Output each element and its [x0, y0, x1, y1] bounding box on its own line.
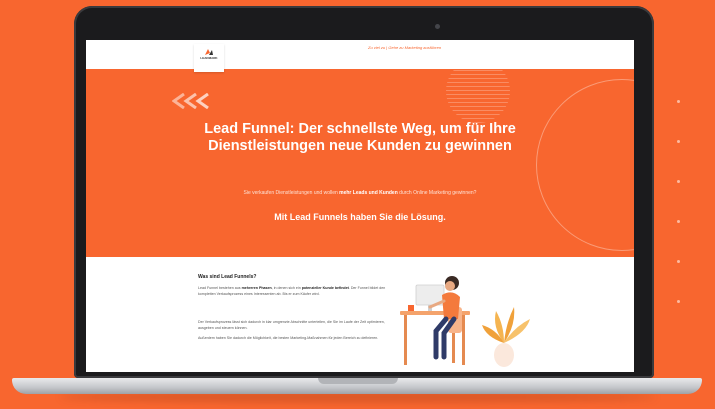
- logo-mark-icon: [205, 49, 213, 55]
- p1-bold-b: mehreren Phasen: [241, 286, 272, 290]
- chevrons-icon: [172, 93, 209, 109]
- hero-title: Lead Funnel: Der schnellste Weg, um für …: [204, 121, 516, 154]
- laptop-notch: [318, 378, 398, 384]
- top-link[interactable]: Zu viel zu | Gehe zu Marketing ausführen: [368, 45, 441, 50]
- decorative-striped-circle: [446, 69, 510, 123]
- content-section: Was sind Lead Funnels? Lead Funnel beste…: [86, 257, 634, 372]
- hero-section: Lead Funnel: Der schnellste Weg, um für …: [86, 69, 634, 257]
- paragraph-2: Der Verkaufsprozess lässt sich dadurch i…: [198, 320, 385, 330]
- laptop-screen: Zu viel zu | Gehe zu Marketing ausführen…: [86, 40, 634, 372]
- hero-subtitle-text-end: durch Online Marketing gewinnen?: [397, 190, 477, 196]
- hero-subtitle: Sie verkaufen Dienstleistungen und wolle…: [190, 189, 530, 197]
- paragraph-3: Außerdem haben Sie dadurch die Möglichke…: [198, 336, 379, 340]
- p1-bold-d: potenzieller Kunde befindet: [301, 286, 349, 290]
- plant-illustration: [482, 307, 530, 367]
- woman-at-desk-illustration: [400, 276, 530, 367]
- decorative-ring: [536, 79, 634, 251]
- logo-text: LEADMARK: [200, 56, 218, 60]
- webcam-icon: [435, 24, 440, 29]
- site-header: Zu viel zu | Gehe zu Marketing ausführen: [86, 40, 634, 70]
- p1-text-c: , in denen sich ein: [271, 286, 302, 290]
- hero-subtitle-text: Sie verkaufen Dienstleistungen und wolle…: [243, 190, 340, 196]
- hero-cta-text: Mit Lead Funnels haben Sie die Lösung.: [274, 212, 446, 222]
- section-heading: Was sind Lead Funnels?: [198, 274, 257, 280]
- site-logo[interactable]: LEADMARK: [194, 44, 224, 72]
- p1-text-a: Lead Funnel bestehen aus: [198, 286, 242, 290]
- paragraph-1: Lead Funnel bestehen aus mehreren Phasen…: [198, 286, 388, 297]
- hero-subtitle-emphasis: mehr Leads und Kunden: [339, 190, 398, 196]
